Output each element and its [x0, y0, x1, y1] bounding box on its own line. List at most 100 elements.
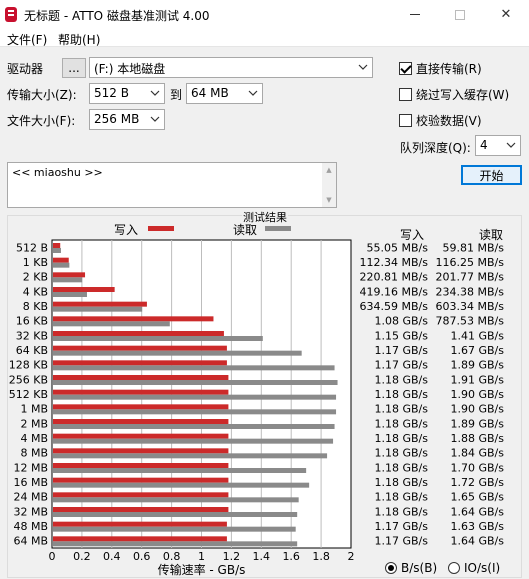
read-value: 1.72 GB/s [451, 476, 505, 489]
write-value: 419.16 MB/s [360, 285, 429, 298]
write-bar [53, 507, 229, 512]
write-bar [53, 433, 229, 439]
read-value: 116.25 MB/s [436, 256, 505, 269]
read-bar [53, 424, 335, 429]
x-tick-label: 0.2 [73, 550, 91, 563]
write-bar [53, 331, 224, 336]
read-value: 1.67 GB/s [451, 344, 505, 357]
read-value: 1.41 GB/s [451, 329, 505, 342]
category-label: 32 MB [13, 505, 48, 518]
write-bar [53, 448, 229, 454]
write-value: 1.18 GB/s [375, 388, 429, 401]
write-value: 1.17 GB/s [375, 344, 429, 357]
category-label: 64 KB [16, 344, 48, 357]
write-bar [53, 287, 115, 292]
unit-bytes-label: B/s(B) [401, 560, 438, 575]
read-bar [53, 438, 334, 444]
write-value: 1.18 GB/s [375, 491, 429, 504]
unit-io-option[interactable]: IO/s(I) [448, 560, 500, 575]
read-value: 1.64 GB/s [451, 535, 505, 548]
category-label: 4 KB [23, 285, 48, 298]
write-value: 1.18 GB/s [375, 476, 429, 489]
category-label: 256 KB [9, 373, 48, 386]
unit-bytes-radio[interactable] [385, 561, 397, 574]
read-bar [53, 526, 296, 532]
read-bar [53, 277, 83, 283]
read-bar [53, 306, 143, 312]
read-value: 1.84 GB/s [451, 447, 505, 460]
read-bar [53, 394, 337, 400]
x-tick-label: 1.4 [253, 550, 271, 563]
benchmark-chart: 0 0.2 0.4 0.6 0.8 1 1.2 1.4 1.6 1.8 2 传输速率 - GB/s 51… [9, 239, 505, 577]
read-bar [53, 468, 307, 473]
read-bar [53, 350, 302, 356]
write-bar [53, 257, 69, 263]
category-label: 1 KB [23, 256, 48, 269]
read-value: 234.38 MB/s [436, 285, 505, 298]
write-value: 1.08 GB/s [375, 315, 429, 328]
read-value: 1.89 GB/s [451, 417, 505, 430]
read-value: 1.70 GB/s [451, 461, 505, 474]
category-label: 4 MB [20, 432, 48, 445]
read-value: 787.53 MB/s [436, 315, 505, 328]
write-bar [53, 345, 227, 351]
write-value: 1.17 GB/s [375, 520, 429, 533]
unit-bytes-option[interactable]: B/s(B) [385, 560, 437, 575]
category-label: 2 MB [20, 417, 48, 430]
read-bar [53, 497, 299, 503]
read-bar [53, 292, 87, 297]
write-value: 112.34 MB/s [360, 256, 429, 269]
category-label: 128 KB [9, 359, 48, 372]
read-value: 1.63 GB/s [451, 520, 505, 533]
write-bar [53, 243, 61, 248]
category-label: 8 MB [20, 447, 48, 460]
category-label: 512 B [16, 241, 48, 254]
unit-io-radio[interactable] [448, 561, 460, 574]
x-tick-label: 1.6 [282, 550, 300, 563]
x-tick-label: 0.6 [133, 550, 151, 563]
read-value: 1.90 GB/s [451, 388, 505, 401]
read-bar [53, 453, 328, 459]
read-value: 1.90 GB/s [451, 403, 505, 416]
read-bar [53, 482, 310, 488]
write-value: 1.17 GB/s [375, 359, 429, 372]
write-bar [53, 492, 229, 498]
read-bar [53, 321, 170, 327]
x-tick-label: 0 [49, 550, 56, 563]
read-bar [53, 336, 263, 341]
write-value: 1.18 GB/s [375, 505, 429, 518]
category-label: 32 KB [16, 329, 48, 342]
read-value: 1.88 GB/s [451, 432, 505, 445]
category-label: 64 MB [13, 535, 48, 548]
read-bar [53, 365, 335, 371]
write-bar [53, 316, 214, 322]
write-value: 1.18 GB/s [375, 373, 429, 386]
category-label: 48 MB [13, 520, 48, 533]
read-value: 1.65 GB/s [451, 491, 505, 504]
write-value: 1.15 GB/s [375, 329, 429, 342]
write-value: 1.18 GB/s [375, 447, 429, 460]
category-label: 12 MB [13, 461, 48, 474]
read-bar [53, 541, 298, 547]
unit-io-label: IO/s(I) [464, 560, 501, 575]
read-value: 1.89 GB/s [451, 359, 505, 372]
write-value: 220.81 MB/s [360, 271, 429, 284]
write-bar [53, 419, 229, 424]
read-value: 1.91 GB/s [451, 373, 505, 386]
write-value: 1.17 GB/s [375, 535, 429, 548]
read-value: 1.64 GB/s [451, 505, 505, 518]
category-label: 16 MB [13, 476, 48, 489]
read-bar [53, 409, 337, 415]
x-tick-label: 0.8 [163, 550, 181, 563]
category-label: 1 MB [20, 403, 48, 416]
category-label: 8 KB [23, 300, 48, 313]
category-label: 16 KB [16, 315, 48, 328]
write-bar [53, 375, 229, 380]
write-bar [53, 477, 229, 483]
write-value: 1.18 GB/s [375, 432, 429, 445]
x-axis-label: 传输速率 - GB/s [158, 562, 246, 577]
read-bar [53, 512, 298, 517]
write-value: 55.05 MB/s [367, 241, 429, 254]
category-label: 512 KB [9, 388, 48, 401]
write-bar [53, 301, 147, 307]
